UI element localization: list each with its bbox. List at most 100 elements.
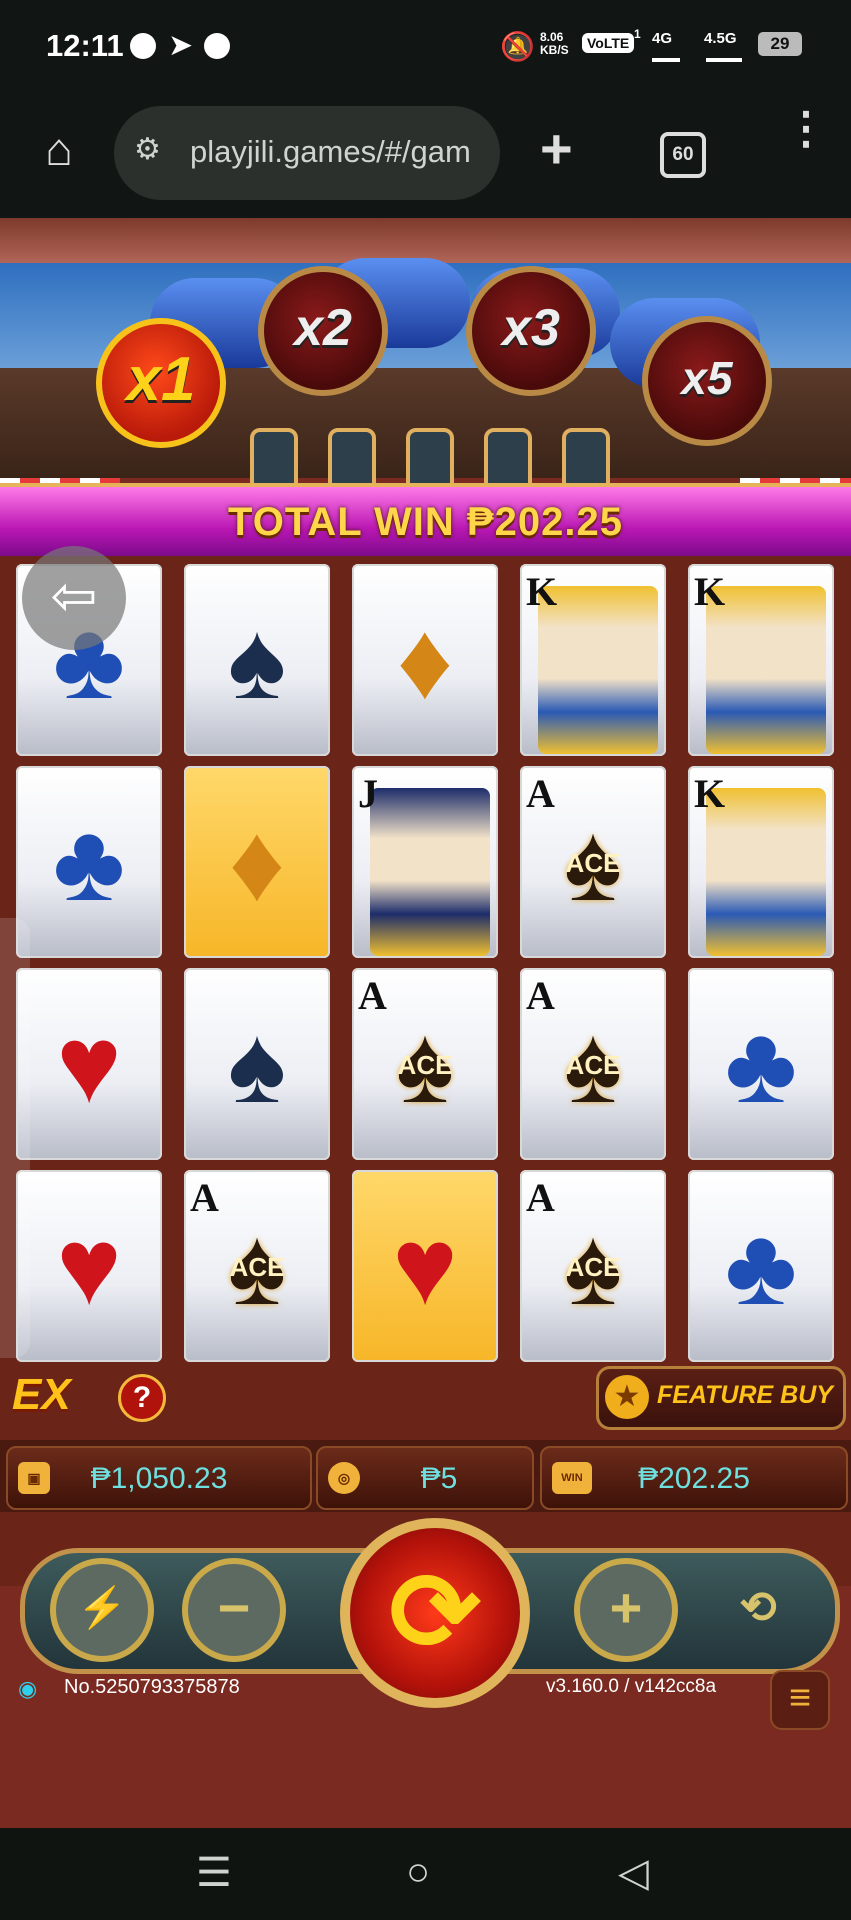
- multiplier-x5: x5: [642, 316, 772, 446]
- site-settings-icon[interactable]: ⚙: [134, 132, 174, 172]
- connection-id: No.5250793375878: [64, 1676, 240, 1698]
- turbo-icon[interactable]: ⚡: [50, 1558, 154, 1662]
- card-corner-letter: A: [358, 973, 387, 1018]
- status-bar: 12:11 ➤ 🔕 8.06 KB/S VoLTE 1 4G 4.5G 29: [0, 0, 851, 90]
- balance-value: ₱1,050.23: [90, 1462, 228, 1495]
- clock: 12:11: [46, 28, 124, 63]
- side-drawer-handle[interactable]: [0, 918, 30, 1358]
- telegram-icon: ➤: [168, 29, 194, 62]
- url-text[interactable]: playjili.games/#/gam: [190, 134, 490, 170]
- help-button[interactable]: ?: [118, 1374, 166, 1422]
- heart-icon: ♥: [392, 1204, 458, 1328]
- reel-cell: ♥: [352, 1170, 498, 1362]
- reel-grid: ♣ ♠ ♦ K K ♣ ♦ J ♠ ACE A K ♥ ♠ ♠ ACE A ♠ ACE A ♣ ♥ ♠ ACE A ♥ ♠ ACE A ♣: [0, 556, 851, 1586]
- mute-icon: 🔕: [500, 31, 535, 62]
- signal-45g: 4.5G: [704, 30, 737, 47]
- version-text: v3.160.0 / v142cc8a: [546, 1676, 717, 1697]
- multiplier-x3: x3: [466, 266, 596, 396]
- jack-face-icon: [370, 788, 490, 956]
- reel-cell: J: [352, 766, 498, 958]
- overflow-menu-icon[interactable]: ⋮: [784, 107, 828, 151]
- bet-value: ₱5: [420, 1462, 458, 1495]
- volte-badge: VoLTE: [582, 33, 635, 53]
- tab-switcher-button[interactable]: 60: [660, 132, 706, 178]
- reel-cell: K: [688, 766, 834, 958]
- ace-label: ACE: [397, 1050, 453, 1080]
- total-win-banner: TOTAL WIN ₱202.25: [0, 483, 851, 561]
- win-box: WIN ₱202.25: [540, 1446, 848, 1510]
- reel-cell: ♠: [184, 968, 330, 1160]
- ace-label: ACE: [229, 1252, 285, 1282]
- card-corner-letter: K: [694, 569, 726, 614]
- star-icon: ★: [605, 1375, 649, 1419]
- reel-cell: ♣: [688, 1170, 834, 1362]
- club-icon: ♣: [724, 1204, 798, 1328]
- multiplier-x2: x2: [258, 266, 388, 396]
- new-tab-icon[interactable]: +: [540, 116, 573, 181]
- recent-apps-icon[interactable]: ☰: [196, 1850, 232, 1896]
- reel-cell: K: [520, 564, 666, 756]
- reel-cell: ♥: [16, 1170, 162, 1362]
- wifi-icon: ◉: [18, 1676, 38, 1701]
- total-win-text: TOTAL WIN ₱202.25: [228, 500, 623, 544]
- autoplay-icon[interactable]: ⟲: [706, 1558, 810, 1662]
- feature-buy-button[interactable]: ★ FEATURE BUY: [596, 1366, 846, 1430]
- heart-icon: ♥: [56, 1204, 122, 1328]
- card-corner-letter: A: [526, 1175, 555, 1220]
- reel-cell: ♠ ACE A: [520, 968, 666, 1160]
- reel-cell: ♣: [688, 968, 834, 1160]
- signal-bars-icon: [652, 48, 680, 62]
- reel-cell: ♥: [16, 968, 162, 1160]
- club-icon: ♣: [724, 1002, 798, 1126]
- signal-bars-icon: [706, 48, 742, 62]
- ace-label: ACE: [565, 1252, 621, 1282]
- chat-icon: [204, 33, 230, 59]
- spin-button[interactable]: ⟳: [340, 1518, 530, 1708]
- back-nav-icon[interactable]: ◁: [618, 1850, 649, 1896]
- messenger-icon: [130, 33, 156, 59]
- browser-toolbar: ⌂ ⚙ playjili.games/#/gam + 60 ⋮: [0, 90, 851, 218]
- battery-icon: 29: [758, 32, 802, 56]
- address-bar[interactable]: ⚙ playjili.games/#/gam: [114, 106, 500, 200]
- reel-cell: ♠: [184, 564, 330, 756]
- multiplier-x1: x1: [96, 318, 226, 448]
- reel-cell: ♦: [352, 564, 498, 756]
- home-nav-icon[interactable]: ○: [406, 1850, 430, 1895]
- game-canvas[interactable]: x1 x2 x3 x5 TOTAL WIN ₱202.25 ♣ ♠ ♦ K K ♣ ♦ J ♠ A…: [0, 218, 851, 1828]
- menu-icon[interactable]: ≡: [770, 1670, 830, 1730]
- net-speed-unit: KB/S: [540, 43, 569, 57]
- reel-cell: ♠ ACE A: [520, 766, 666, 958]
- sim-slot: 1: [634, 27, 641, 41]
- signal-4g: 4G: [652, 30, 673, 47]
- club-icon: ♣: [52, 800, 126, 924]
- spade-icon: ♠: [227, 598, 287, 722]
- card-corner-letter: J: [358, 771, 378, 816]
- reel-cell: ♠ ACE A: [352, 968, 498, 1160]
- reel-cell: K: [688, 564, 834, 756]
- back-exit-icon[interactable]: ⇦: [22, 546, 126, 650]
- card-corner-letter: K: [694, 771, 726, 816]
- ace-label: ACE: [565, 1050, 621, 1080]
- card-corner-letter: K: [526, 569, 558, 614]
- increase-bet-button[interactable]: +: [574, 1558, 678, 1662]
- home-icon[interactable]: ⌂: [34, 124, 84, 174]
- info-bar: ▣ ₱1,050.23 ◎ ₱5 WIN ₱202.25: [0, 1440, 851, 1512]
- feature-buy-label: FEATURE BUY: [657, 1381, 833, 1409]
- reel-cell: ♠ ACE A: [520, 1170, 666, 1362]
- net-speed: 8.06 KB/S: [540, 31, 569, 57]
- ace-label: ACE: [565, 848, 621, 878]
- heart-icon: ♥: [56, 1002, 122, 1126]
- card-corner-letter: A: [526, 771, 555, 816]
- card-corner-letter: A: [526, 973, 555, 1018]
- spin-arrows-icon: ⟳: [388, 1551, 482, 1674]
- decrease-bet-button[interactable]: −: [182, 1558, 286, 1662]
- reel-cell: ♣: [16, 766, 162, 958]
- system-nav-bar: ☰ ○ ◁: [0, 1828, 851, 1920]
- reel-cell: ♦: [184, 766, 330, 958]
- bet-box[interactable]: ◎ ₱5: [316, 1446, 534, 1510]
- card-corner-letter: A: [190, 1175, 219, 1220]
- ex-logo: EX: [12, 1370, 71, 1419]
- reel-cell: ♠ ACE A: [184, 1170, 330, 1362]
- spade-icon: ♠: [227, 1002, 287, 1126]
- balance-box: ▣ ₱1,050.23: [6, 1446, 312, 1510]
